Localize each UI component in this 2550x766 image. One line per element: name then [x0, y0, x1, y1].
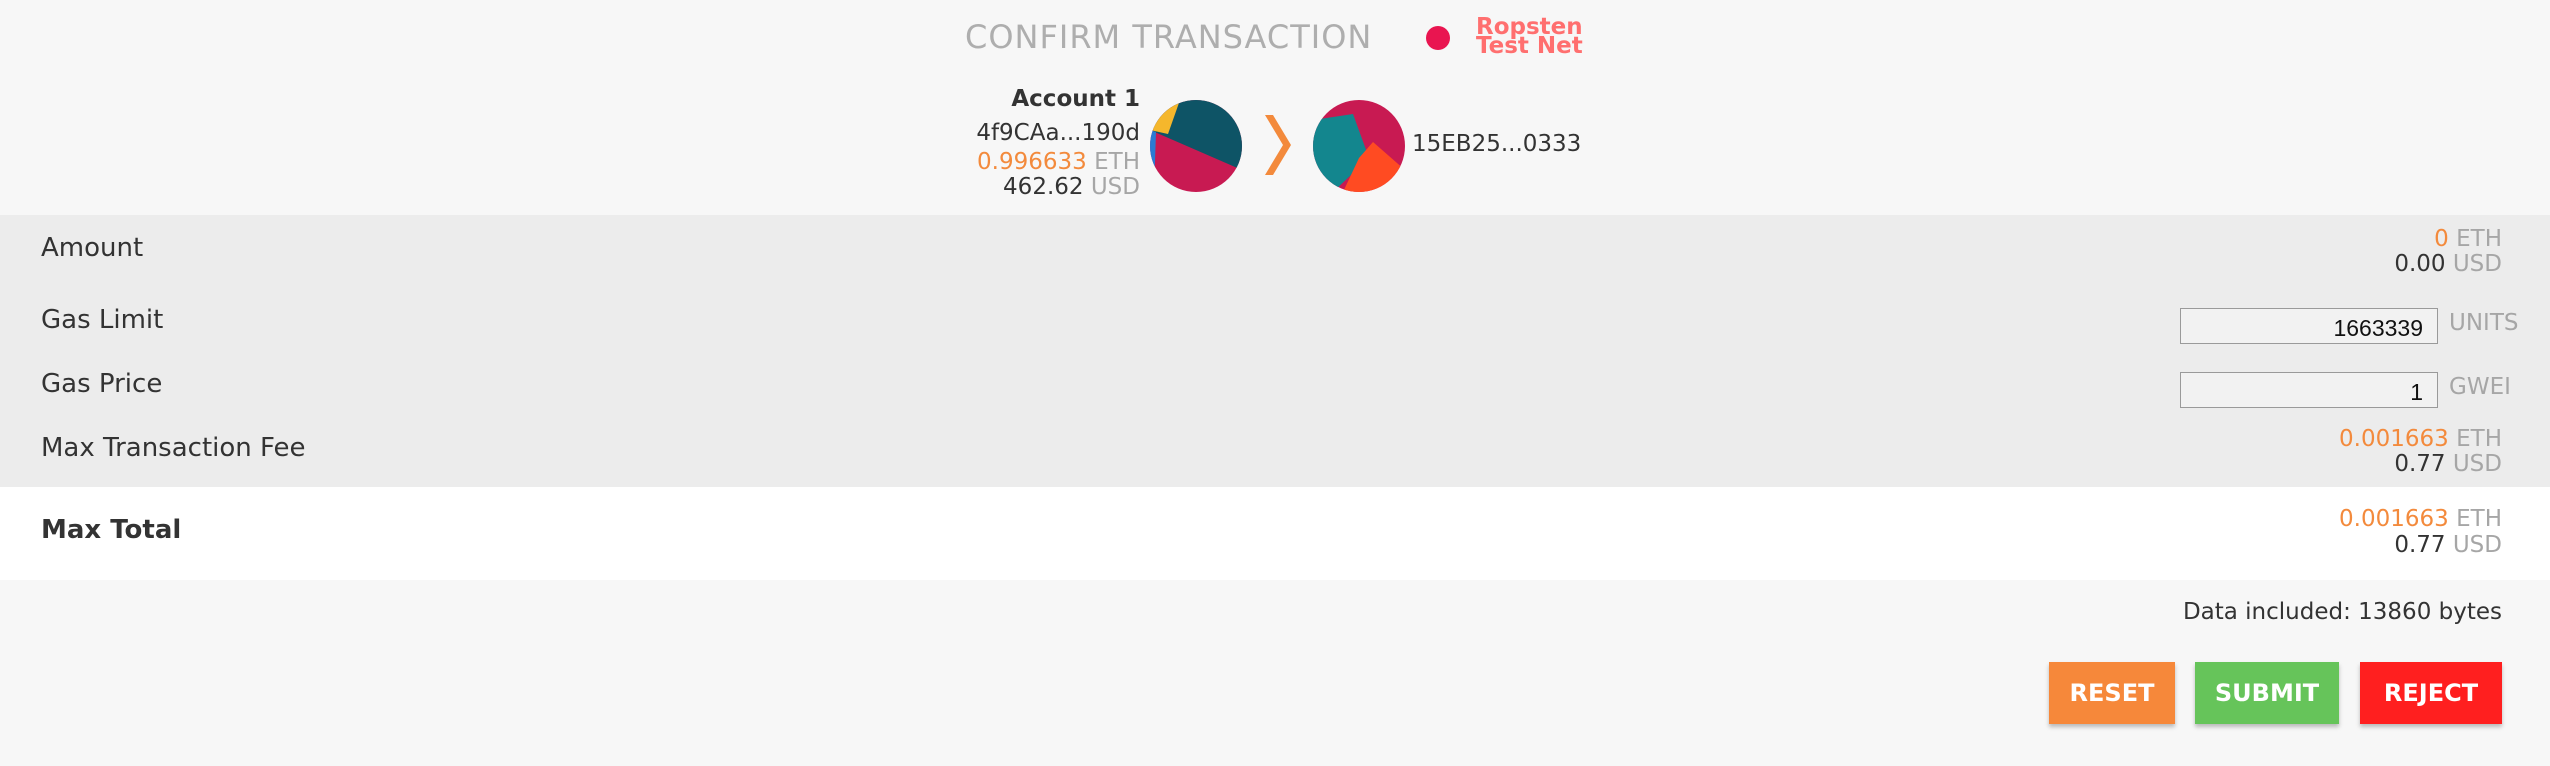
- max-fee-usd-value: 0.77: [2394, 451, 2446, 477]
- from-account-address: 4f9CAa...190d: [976, 120, 1140, 146]
- chevron-right-icon: [1265, 115, 1291, 175]
- submit-button[interactable]: SUBMIT: [2195, 662, 2339, 724]
- max-total-usd: 0.77 USD: [2394, 532, 2502, 558]
- gas-price-unit-text: GWEI: [2449, 374, 2511, 400]
- max-total-eth: 0.001663 ETH: [2339, 506, 2502, 532]
- to-account-identicon-avatar: [1313, 100, 1405, 192]
- max-total-band: [0, 487, 2550, 580]
- max-fee-eth-value: 0.001663: [2339, 426, 2449, 452]
- from-account-usd-balance: 462.62 USD: [1003, 174, 1140, 200]
- gas-limit-input[interactable]: [2180, 308, 2438, 344]
- max-total-eth-value: 0.001663: [2339, 506, 2449, 532]
- from-account-name: Account 1: [1011, 86, 1140, 112]
- max-fee-eth: 0.001663 ETH: [2339, 426, 2502, 452]
- max-total-label: Max Total: [41, 515, 182, 545]
- reject-button[interactable]: REJECT: [2360, 662, 2502, 724]
- amount-eth-value: 0: [2434, 226, 2449, 252]
- amount-usd-value: 0.00: [2394, 251, 2446, 277]
- gas-limit-unit-text: UNITS: [2449, 310, 2519, 336]
- amount-usd: 0.00 USD: [2394, 251, 2502, 277]
- gas-price-input[interactable]: [2180, 372, 2438, 408]
- max-fee-usd: 0.77 USD: [2394, 451, 2502, 477]
- eth-unit: ETH: [1094, 149, 1140, 175]
- max-fee-usd-unit: USD: [2452, 451, 2502, 477]
- gas-limit-label: Gas Limit: [41, 305, 164, 335]
- amount-usd-unit: USD: [2452, 251, 2502, 277]
- page-title: CONFIRM TRANSACTION: [965, 18, 1373, 56]
- network-label[interactable]: Ropsten Test Net: [1476, 14, 1596, 59]
- max-total-usd-unit: USD: [2452, 532, 2502, 558]
- reset-button[interactable]: RESET: [2049, 662, 2175, 724]
- usd-unit: USD: [1090, 174, 1140, 200]
- eth-balance-value: 0.996633: [977, 149, 1087, 175]
- gas-price-unit: GWEI: [2449, 374, 2511, 400]
- gas-price-label: Gas Price: [41, 369, 163, 399]
- amount-eth: 0 ETH: [2434, 226, 2502, 252]
- amount-eth-unit: ETH: [2456, 226, 2502, 252]
- max-fee-label: Max Transaction Fee: [41, 433, 306, 463]
- max-fee-eth-unit: ETH: [2456, 426, 2502, 452]
- transaction-details-panel: [0, 215, 2550, 487]
- to-account-address: 15EB25...0333: [1412, 131, 1582, 157]
- from-account-eth-balance: 0.996633 ETH: [977, 149, 1140, 175]
- network-name: Ropsten Test Net: [1476, 14, 1583, 59]
- max-total-usd-value: 0.77: [2394, 532, 2446, 558]
- usd-balance-value: 462.62: [1003, 174, 1084, 200]
- from-account-identicon-avatar: [1150, 100, 1242, 192]
- amount-label: Amount: [41, 233, 144, 263]
- data-included-text: Data included: 13860 bytes: [2182, 599, 2502, 625]
- network-status-dot: [1426, 26, 1450, 50]
- max-total-eth-unit: ETH: [2456, 506, 2502, 532]
- gas-limit-unit: UNITS: [2449, 310, 2518, 336]
